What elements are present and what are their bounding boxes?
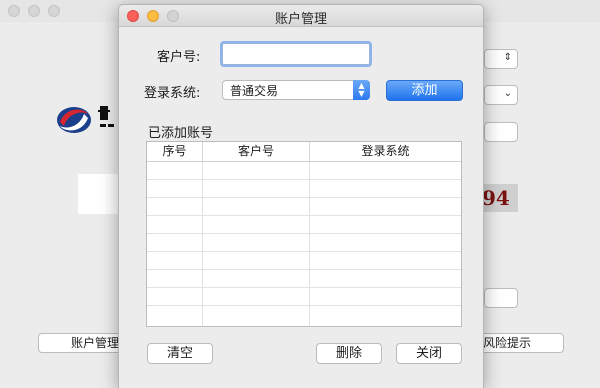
table-row[interactable]	[147, 270, 461, 288]
table-row[interactable]	[147, 216, 461, 234]
dialog-title: 账户管理	[274, 12, 327, 27]
banner-image	[78, 174, 120, 214]
header-customer-number[interactable]: 客户号	[203, 142, 310, 162]
customer-number-label: 客户号:	[157, 50, 201, 65]
header-index[interactable]: 序号	[147, 142, 203, 162]
bg-input-2[interactable]	[484, 288, 518, 308]
updown-chevron-icon: ⇕	[503, 52, 512, 63]
header-login-system[interactable]: 登录系统	[310, 142, 461, 162]
banner-number: 94	[482, 186, 510, 210]
bg-select-2[interactable]: ⌄	[484, 85, 518, 105]
table-row[interactable]	[147, 288, 461, 306]
chevron-down-icon: ⌄	[503, 88, 512, 99]
table-row[interactable]	[147, 198, 461, 216]
table-row[interactable]	[147, 234, 461, 252]
company-logo-icon	[54, 100, 120, 140]
bg-zoom-light	[48, 5, 60, 17]
account-manage-button[interactable]: 账户管理	[38, 333, 122, 353]
accounts-table: 序号 客户号 登录系统	[146, 141, 462, 327]
delete-button[interactable]: 删除	[316, 343, 382, 364]
login-system-value: 普通交易	[230, 84, 279, 98]
bg-input-1[interactable]	[484, 122, 518, 142]
added-accounts-label: 已添加账号	[148, 126, 214, 141]
risk-warning-button[interactable]: 风险提示	[480, 333, 564, 353]
table-header: 序号 客户号 登录系统	[147, 142, 461, 162]
account-management-dialog: 账户管理 客户号: 登录系统: 普通交易 ▲ ▼ 添加 已添加账号 序号 客户号 …	[118, 4, 484, 388]
customer-number-input[interactable]	[222, 43, 370, 65]
bg-select-1[interactable]: ⇕	[484, 49, 518, 69]
dialog-titlebar: 账户管理	[119, 5, 483, 27]
bg-close-light	[8, 5, 20, 17]
table-row[interactable]	[147, 306, 461, 324]
add-button[interactable]: 添加	[386, 80, 463, 101]
login-system-select[interactable]: 普通交易 ▲ ▼	[222, 80, 370, 100]
banner-number-area: 94	[482, 184, 518, 212]
login-system-label: 登录系统:	[144, 86, 201, 101]
bg-minimize-light	[28, 5, 40, 17]
table-row[interactable]	[147, 252, 461, 270]
table-row[interactable]	[147, 180, 461, 198]
table-row[interactable]	[147, 162, 461, 180]
close-button[interactable]: 关闭	[396, 343, 462, 364]
updown-chevron-icon: ▲ ▼	[353, 80, 370, 100]
clear-button[interactable]: 清空	[147, 343, 213, 364]
